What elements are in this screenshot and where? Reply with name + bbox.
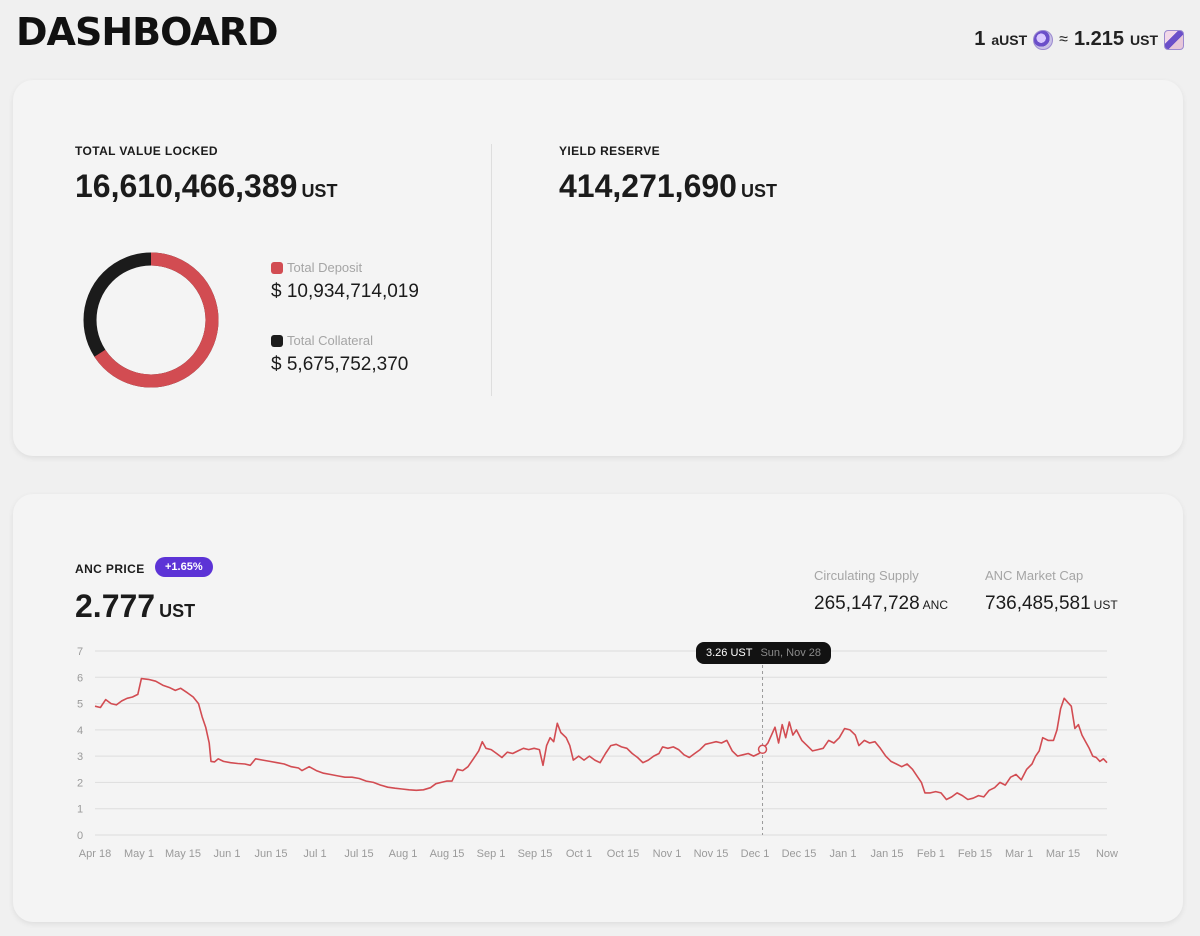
vertical-divider (491, 144, 492, 396)
y-tick-label: 3 (77, 751, 83, 763)
x-tick-label: Aug 1 (389, 848, 418, 860)
yield-reserve-value: 414,271,690 UST (559, 168, 777, 205)
rate-right-amount: 1.215 (1073, 28, 1124, 50)
x-tick-label: May 1 (124, 848, 154, 860)
x-tick-label: Jan 15 (870, 848, 903, 860)
x-tick-label: Jul 15 (344, 848, 373, 860)
legend-collateral: Total Collateral $ 5,675,752,370 (271, 333, 408, 376)
deposit-swatch (271, 261, 283, 274)
rate-left-unit: aUST (991, 31, 1028, 48)
x-tick-label: Jan 1 (830, 848, 857, 860)
x-tick-label: Jun 1 (214, 848, 241, 860)
price-line-series (94, 677, 1108, 801)
ust-coin-icon (1164, 29, 1184, 50)
y-tick-label: 5 (77, 699, 83, 711)
x-tick-label: Feb 15 (958, 848, 992, 860)
collateral-swatch (271, 334, 283, 347)
yield-reserve-unit: UST (740, 181, 777, 201)
tvl-label: TOTAL VALUE LOCKED (75, 144, 218, 158)
tvl-unit: UST (301, 181, 338, 201)
highlight-point (757, 744, 768, 755)
tvl-value: 16,610,466,389 UST (75, 168, 337, 205)
x-tick-label: Oct 15 (607, 848, 639, 860)
tvl-amount: 16,610,466,389 (75, 168, 298, 204)
tooltip-date: Sun, Nov 28 (760, 647, 822, 659)
x-tick-label: May 15 (165, 848, 201, 860)
yield-reserve-amount: 414,271,690 (559, 168, 737, 204)
x-tick-label: Aug 15 (430, 848, 465, 860)
collateral-value: $ 5,675,752,370 (271, 354, 409, 375)
y-tick-label: 4 (77, 725, 83, 737)
y-tick-label: 1 (77, 804, 83, 816)
x-tick-label: Apr 18 (79, 848, 111, 860)
collateral-label: Total Collateral (287, 333, 373, 348)
tvl-donut-chart (83, 252, 219, 388)
x-tick-label: Sep 15 (518, 848, 553, 860)
exchange-rate: 1 aUST ≈ 1.215 UST (974, 28, 1184, 51)
x-tick-label: Sep 1 (477, 848, 506, 860)
x-tick-label: Nov 15 (694, 848, 729, 860)
x-tick-label: Mar 15 (1046, 848, 1080, 860)
x-tick-label: Nov 1 (653, 848, 682, 860)
page-title: DASHBOARD (16, 10, 279, 54)
deposit-label: Total Deposit (287, 260, 363, 275)
rate-left-amount: 1 (974, 28, 986, 50)
anc-price-card: ANC PRICE +1.65% 2.777 UST Circulating Su… (13, 494, 1183, 922)
x-tick-label: Oct 1 (566, 848, 592, 860)
yield-reserve-label: YIELD RESERVE (559, 144, 661, 158)
anc-price-chart[interactable]: 0 1 2 3 4 5 6 7 Apr 18 May 1 May 15 Jun 1 Jun 15 Jul … (13, 494, 1183, 922)
deposit-value: $ 10,934,714,019 (271, 281, 419, 302)
y-tick-label: 2 (77, 777, 83, 789)
x-tick-label: Now (1096, 848, 1118, 860)
x-tick-label: Mar 1 (1005, 848, 1033, 860)
y-tick-label: 0 (77, 830, 83, 842)
approx-sign: ≈ (1059, 30, 1068, 48)
tooltip-price: 3.26 UST (706, 647, 753, 659)
x-tick-label: Feb 1 (917, 848, 945, 860)
y-tick-label: 7 (77, 646, 83, 658)
aust-coin-icon (1033, 29, 1054, 50)
chart-tooltip: 3.26 UST Sun, Nov 28 (696, 642, 832, 664)
overview-card: TOTAL VALUE LOCKED 16,610,466,389 UST Tot… (13, 80, 1183, 456)
x-tick-label: Dec 15 (782, 848, 817, 860)
x-tick-label: Dec 1 (741, 848, 770, 860)
rate-right-unit: UST (1130, 31, 1158, 48)
x-tick-label: Jun 15 (254, 848, 287, 860)
x-tick-label: Jul 1 (303, 848, 326, 860)
y-tick-label: 6 (77, 672, 83, 684)
legend-deposit: Total Deposit $ 10,934,714,019 (271, 260, 419, 303)
